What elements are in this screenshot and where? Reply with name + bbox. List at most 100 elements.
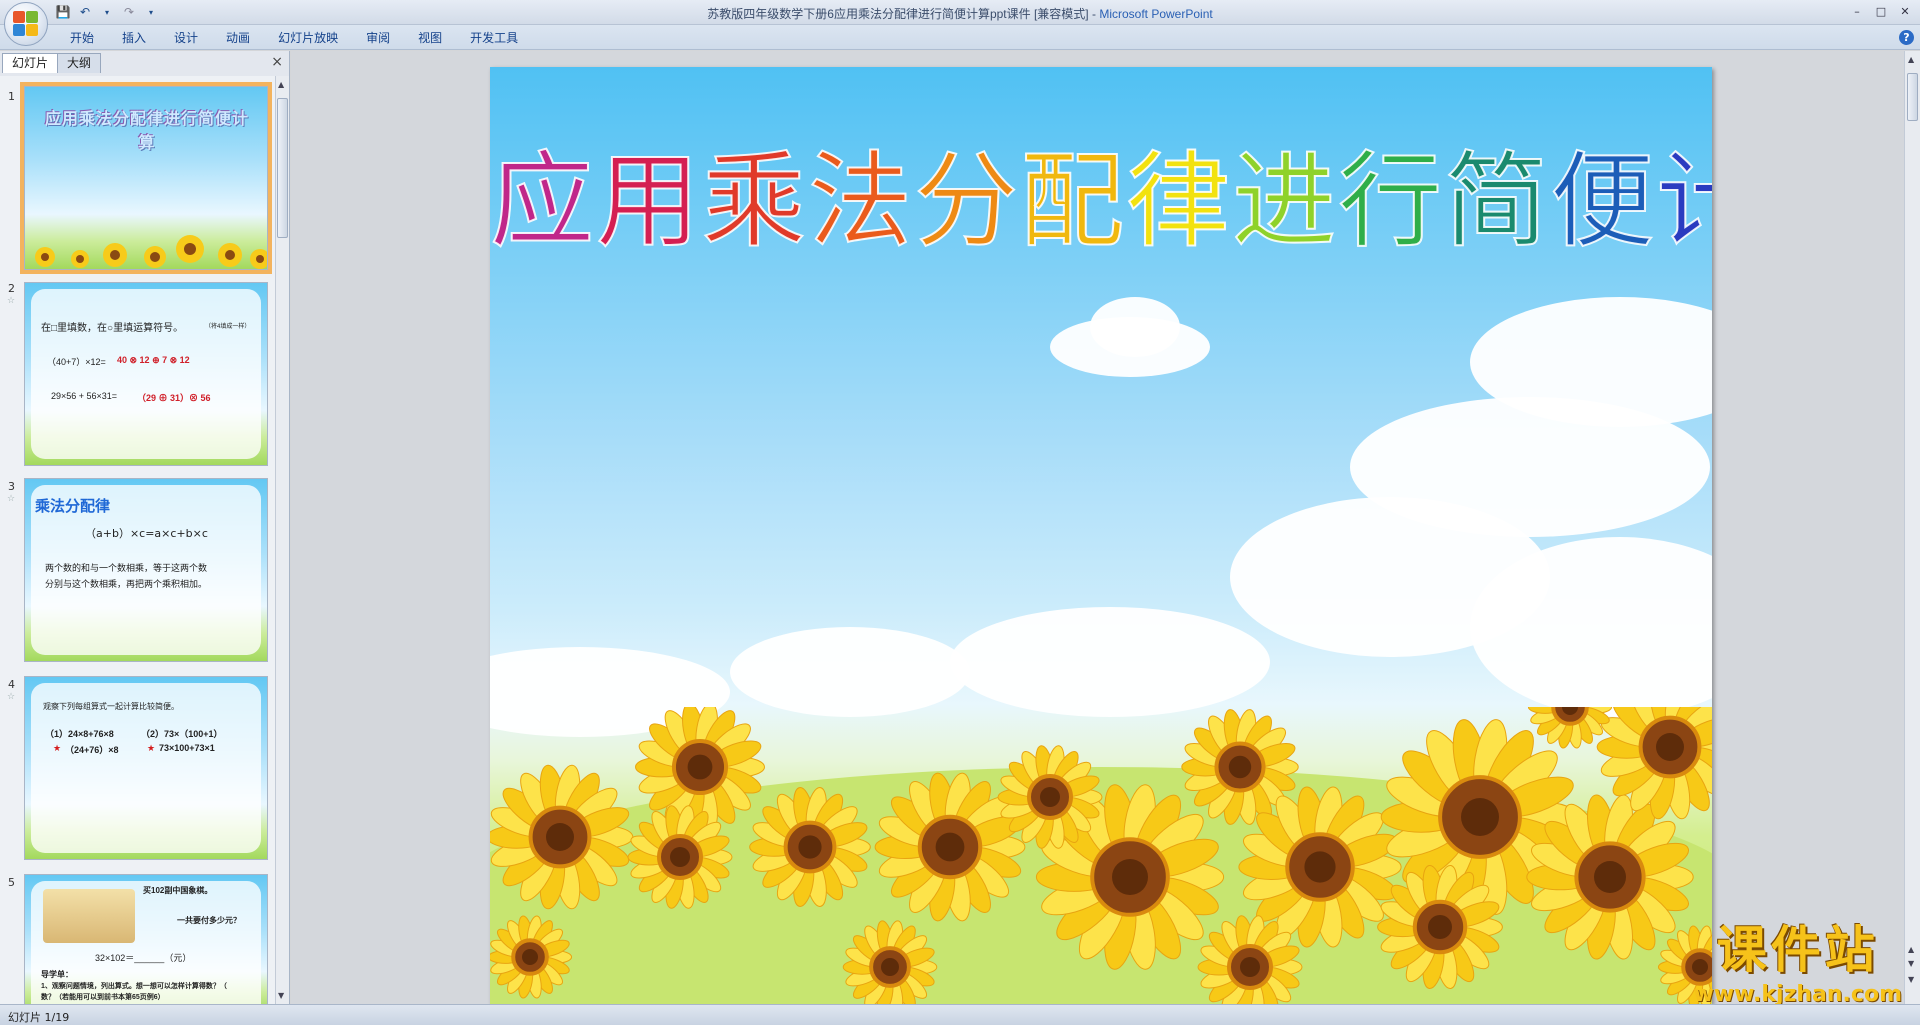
slide-number: 4	[8, 678, 15, 691]
thumb-instruction-note: （将4填成一样）	[205, 324, 251, 330]
star-icon: ★	[147, 743, 156, 753]
title-char: 用	[595, 140, 703, 262]
title-char: 配	[1019, 140, 1127, 262]
slide-editing-area: 应用乘法分配律进行简便计算	[291, 51, 1904, 1004]
tab-design[interactable]: 设计	[160, 29, 212, 47]
title-char: 计	[1655, 140, 1712, 262]
slide-number: 1	[8, 90, 15, 103]
tab-animations[interactable]: 动画	[212, 29, 264, 47]
sunflowers-image	[35, 235, 267, 269]
tab-insert[interactable]: 插入	[108, 29, 160, 47]
title-char: 法	[807, 140, 915, 262]
help-icon[interactable]: ?	[1899, 30, 1914, 45]
sunflower	[490, 764, 634, 910]
close-window-button[interactable]: ✕	[1894, 2, 1916, 20]
thumb-equation: 32×102＝______（元）	[95, 953, 192, 963]
status-bar: 幻灯片 1/19	[0, 1004, 1920, 1025]
slide-thumbnail-list: 1 应用乘法分配律进行简便计算 2 ☆ 在□里填数，在○里填运算符号。 （将4填…	[0, 76, 276, 1004]
slide-number: 2	[8, 282, 15, 295]
sunflowers-image	[490, 707, 1712, 1004]
slide-scrollbar[interactable]: ▲ ▲ ▼ ▼	[1904, 51, 1920, 1004]
scroll-thumb[interactable]	[1907, 73, 1918, 121]
cloud-shape	[1090, 297, 1180, 357]
thumb-bubble: 买102副中国象棋。	[143, 886, 213, 895]
thumbnail-scrollbar[interactable]: ▲ ▼	[275, 76, 289, 1004]
pane-tabs: 幻灯片 大纲	[2, 53, 102, 73]
close-icon[interactable]: ×	[271, 54, 283, 70]
thumb-bubble: 一共要付多少元？	[177, 916, 241, 925]
thumb-description: 两个数的和与一个数相乘，等于这两个数	[45, 563, 208, 573]
slide-thumbnail-2[interactable]: 在□里填数，在○里填运算符号。 （将4填成一样） （40+7）×12= 40 ⊗…	[24, 282, 268, 466]
title-char: 应	[490, 140, 597, 262]
title-char: 进	[1231, 140, 1339, 262]
star-icon: ★	[53, 743, 62, 753]
office-logo-icon	[13, 11, 39, 37]
title-char: 简	[1443, 140, 1551, 262]
tab-slides[interactable]: 幻灯片	[2, 53, 59, 73]
thumb-title: 应用乘法分配律进行简便计算	[44, 109, 249, 152]
slide-thumbnail-1[interactable]: 应用乘法分配律进行简便计算	[20, 82, 272, 274]
window-title: 苏教版四年级数学下册6应用乘法分配律进行简便计算ppt课件 [兼容模式] - M…	[0, 5, 1920, 22]
title-char: 行	[1337, 140, 1445, 262]
thumb-answer: 40 ⊗ 12 ⊕ 7 ⊗ 12	[117, 355, 190, 365]
shop-scene-image	[43, 889, 135, 943]
scroll-down-icon[interactable]: ▼	[1908, 959, 1914, 968]
slide-thumbnail-3[interactable]: 乘法分配律 （a+b）×c=a×c+b×c 两个数的和与一个数相乘，等于这两个数…	[24, 478, 268, 662]
undo-dropdown-icon[interactable]: ▾	[98, 3, 116, 21]
slide-thumbnail-4[interactable]: 观察下列每组算式一起计算比较简便。 （1）24×8+76×8 （2）73×（10…	[24, 676, 268, 860]
title-char: 律	[1125, 140, 1233, 262]
tab-developer[interactable]: 开发工具	[456, 29, 532, 47]
title-char: 乘	[701, 140, 809, 262]
slide-title[interactable]: 应用乘法分配律进行简便计算	[490, 148, 1712, 254]
sunflower	[490, 915, 573, 999]
maximize-button[interactable]: □	[1870, 2, 1892, 20]
tab-slideshow[interactable]: 幻灯片放映	[264, 29, 352, 47]
watermark-logo: 课件站 www.kjzhan.com	[1693, 910, 1902, 1007]
save-icon[interactable]: 💾	[54, 3, 72, 21]
scroll-up-icon[interactable]: ▲	[1908, 55, 1914, 64]
previous-slide-icon[interactable]: ▲	[1908, 945, 1914, 954]
thumb-description: 分别与这个数相乘，再把两个乘积相加。	[45, 579, 208, 589]
thumb-answer: 73×100+73×1	[159, 743, 215, 753]
slide-number: 5	[8, 876, 15, 889]
customize-qat-icon[interactable]: ▾	[142, 3, 160, 21]
animation-star-icon: ☆	[7, 296, 16, 306]
quick-access-toolbar: 💾 ↶ ▾ ↷ ▾	[54, 3, 160, 21]
scroll-down-icon[interactable]: ▼	[278, 991, 284, 1000]
undo-icon[interactable]: ↶	[76, 3, 94, 21]
sunflower	[842, 920, 938, 1004]
title-separator: -	[1088, 7, 1100, 21]
current-slide[interactable]: 应用乘法分配律进行简便计算	[490, 67, 1712, 1004]
thumb-question: （2）73×（100+1）	[141, 729, 223, 739]
scroll-thumb[interactable]	[277, 98, 288, 238]
office-button[interactable]	[4, 2, 48, 46]
ribbon-tabs: 开始 插入 设计 动画 幻灯片放映 审阅 视图 开发工具	[56, 29, 532, 47]
thumb-formula: （a+b）×c=a×c+b×c	[85, 527, 208, 540]
title-char: 便	[1549, 140, 1657, 262]
tab-view[interactable]: 视图	[404, 29, 456, 47]
tab-outline[interactable]: 大纲	[57, 53, 102, 73]
animation-star-icon: ☆	[7, 692, 16, 702]
thumb-expression: （40+7）×12=	[47, 357, 106, 367]
scroll-up-icon[interactable]: ▲	[278, 80, 284, 89]
thumb-instruction: 观察下列每组算式一起计算比较简便。	[43, 702, 179, 711]
document-title: 苏教版四年级数学下册6应用乘法分配律进行简便计算ppt课件 [兼容模式]	[707, 7, 1089, 21]
animation-star-icon: ☆	[7, 494, 16, 504]
redo-icon[interactable]: ↷	[120, 3, 138, 21]
thumb-guide-line: 1、观察问题情境，列出算式。想一想可以怎样计算得数？（	[41, 983, 227, 990]
title-bar: 苏教版四年级数学下册6应用乘法分配律进行简便计算ppt课件 [兼容模式] - M…	[0, 0, 1920, 25]
slide-number: 3	[8, 480, 15, 493]
minimize-button[interactable]: –	[1846, 2, 1868, 20]
tab-home[interactable]: 开始	[56, 29, 108, 47]
next-slide-icon[interactable]: ▼	[1908, 975, 1914, 984]
thumb-answer: （24+76）×8	[65, 745, 119, 755]
thumb-expression: 29×56 + 56×31=	[51, 391, 118, 401]
sunflower	[749, 787, 871, 907]
powerpoint-window: 苏教版四年级数学下册6应用乘法分配律进行简便计算ppt课件 [兼容模式] - M…	[0, 0, 1920, 1025]
slide-thumbnail-5[interactable]: 买102副中国象棋。 一共要付多少元？ 32×102＝______（元） 导学单…	[24, 874, 268, 1004]
cloud-shape	[730, 627, 970, 717]
window-controls: – □ ✕	[1846, 2, 1916, 20]
watermark-text: 课件站	[1716, 921, 1879, 979]
thumb-heading: 乘法分配律	[35, 497, 111, 515]
tab-review[interactable]: 审阅	[352, 29, 404, 47]
